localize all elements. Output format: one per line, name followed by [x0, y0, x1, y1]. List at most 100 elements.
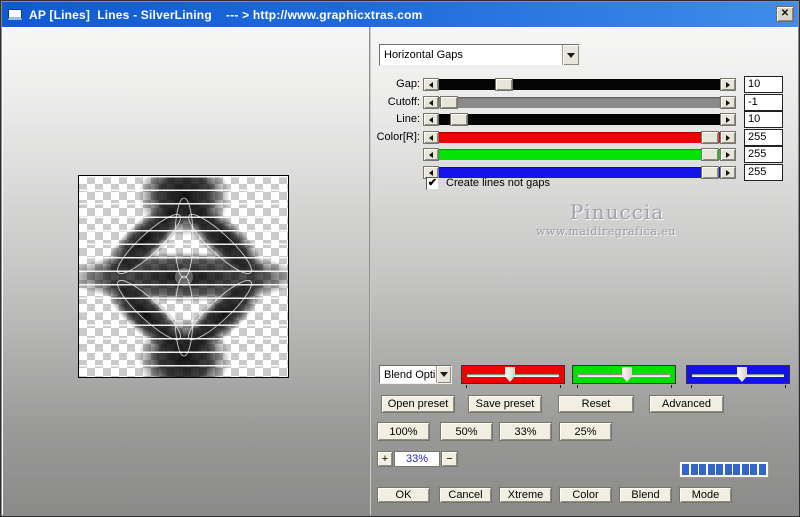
progress-segment	[733, 464, 740, 475]
slider-right-arrow[interactable]	[720, 166, 736, 179]
zoom-level-field[interactable]: 33%	[394, 451, 440, 467]
slider-right-arrow[interactable]	[720, 148, 736, 161]
slider-row-line: Line: 10	[2, 111, 799, 128]
open-preset-button[interactable]: Open preset	[381, 395, 455, 413]
blend-button[interactable]: Blend	[619, 487, 672, 503]
slider-value-field[interactable]: 255	[744, 146, 783, 163]
zoom-100-button[interactable]: 100%	[377, 422, 430, 441]
slider-left-arrow[interactable]	[423, 131, 439, 144]
slider-thumb[interactable]	[701, 166, 719, 179]
mode-dropdown-button[interactable]	[562, 45, 579, 65]
progress-segment	[716, 464, 723, 475]
arrow-right-icon	[726, 134, 733, 141]
zoom-out-button[interactable]: −	[441, 451, 458, 467]
arrow-left-icon	[426, 99, 433, 106]
slider-thumb[interactable]	[495, 78, 513, 91]
slider-thumb[interactable]	[737, 367, 747, 382]
slider-right-arrow[interactable]	[720, 96, 736, 109]
slider-thumb[interactable]	[622, 367, 632, 382]
arrow-right-icon	[726, 99, 733, 106]
green-channel-slider[interactable]	[572, 365, 676, 388]
color-g-slider[interactable]	[423, 148, 736, 161]
slider-track[interactable]	[439, 78, 720, 91]
cutoff-slider[interactable]	[423, 96, 736, 109]
progress-segment	[707, 464, 715, 475]
cancel-button[interactable]: Cancel	[439, 487, 492, 503]
slider-thumb[interactable]	[701, 131, 719, 144]
slider-thumb[interactable]	[440, 96, 458, 109]
arrow-right-icon	[726, 169, 733, 176]
app-icon	[8, 9, 22, 20]
slider-thumb[interactable]	[701, 148, 719, 161]
slider-thumb[interactable]	[505, 367, 515, 382]
ok-button[interactable]: OK	[377, 487, 430, 503]
preview-image[interactable]	[78, 175, 289, 378]
slider-row-color-g: 255	[2, 146, 799, 163]
blend-dropdown[interactable]: Blend Opti	[379, 365, 452, 384]
color-r-slider[interactable]	[423, 131, 736, 144]
mode-dropdown[interactable]: Horizontal Gaps	[379, 44, 580, 66]
blend-dropdown-button[interactable]	[436, 366, 451, 383]
title-bar[interactable]: AP [Lines] Lines - SilverLining --- > ht…	[2, 2, 798, 27]
blue-channel-slider[interactable]	[686, 365, 790, 388]
slider-left-arrow[interactable]	[423, 78, 439, 91]
zoom-33-button[interactable]: 33%	[499, 422, 552, 441]
slider-value-field[interactable]: -1	[744, 94, 783, 111]
slider-label: Color[R]:	[376, 131, 420, 143]
arrow-left-icon	[426, 151, 433, 158]
slider-right-arrow[interactable]	[720, 131, 736, 144]
arrow-right-icon	[726, 81, 733, 88]
zoom-in-button[interactable]: +	[377, 451, 393, 467]
check-icon: ✔	[427, 177, 438, 189]
plugin-window: AP [Lines] Lines - SilverLining --- > ht…	[0, 0, 800, 517]
mode-button[interactable]: Mode	[679, 487, 732, 503]
tick-mark	[671, 385, 672, 388]
slider-value-field[interactable]: 255	[744, 129, 783, 146]
slider-thumb[interactable]	[450, 113, 468, 126]
slider-right-arrow[interactable]	[720, 78, 736, 91]
tick-mark	[577, 385, 578, 388]
dialog-body: Horizontal Gaps Gap: 10 Cutoff: -1 Line:	[2, 27, 798, 515]
xtreme-button[interactable]: Xtreme	[499, 487, 552, 503]
advanced-button[interactable]: Advanced	[649, 395, 724, 413]
reset-button[interactable]: Reset	[558, 395, 634, 413]
mode-dropdown-value: Horizontal Gaps	[384, 49, 463, 61]
slider-label: Cutoff:	[387, 96, 420, 108]
scanline-overlay	[79, 176, 288, 377]
color-button[interactable]: Color	[559, 487, 612, 503]
create-lines-label: Create lines not gaps	[446, 177, 550, 189]
zoom-50-button[interactable]: 50%	[440, 422, 493, 441]
slider-track[interactable]	[439, 131, 720, 144]
save-preset-button[interactable]: Save preset	[468, 395, 542, 413]
close-button[interactable]: ✕	[776, 6, 794, 22]
gap-slider[interactable]	[423, 78, 736, 91]
slider-left-arrow[interactable]	[423, 113, 439, 126]
zoom-25-button[interactable]: 25%	[559, 422, 612, 441]
progress-segment	[699, 464, 706, 475]
arrow-left-icon	[426, 81, 433, 88]
tick-mark	[560, 385, 561, 388]
slider-track[interactable]	[439, 148, 720, 161]
tick-mark	[691, 385, 692, 388]
slider-left-arrow[interactable]	[423, 96, 439, 109]
progress-segment	[690, 464, 698, 475]
line-slider[interactable]	[423, 113, 736, 126]
slider-value-field[interactable]: 10	[744, 76, 783, 93]
chevron-down-icon	[440, 372, 448, 381]
create-lines-checkbox[interactable]: ✔	[426, 177, 439, 190]
slider-track[interactable]	[439, 113, 720, 126]
arrow-left-icon	[426, 116, 433, 123]
slider-value-field[interactable]: 10	[744, 111, 783, 128]
progress-segment	[758, 464, 766, 475]
arrow-right-icon	[726, 151, 733, 158]
arrow-left-icon	[426, 169, 433, 176]
slider-left-arrow[interactable]	[423, 148, 439, 161]
slider-value-field[interactable]: 255	[744, 164, 783, 181]
slider-label: Line:	[396, 113, 420, 125]
red-channel-slider[interactable]	[461, 365, 565, 388]
slider-right-arrow[interactable]	[720, 113, 736, 126]
progress-segment	[750, 464, 757, 475]
slider-row-cutoff: Cutoff: -1	[2, 94, 799, 111]
slider-track[interactable]	[439, 96, 720, 109]
slider-row-color-r: Color[R]: 255	[2, 129, 799, 146]
